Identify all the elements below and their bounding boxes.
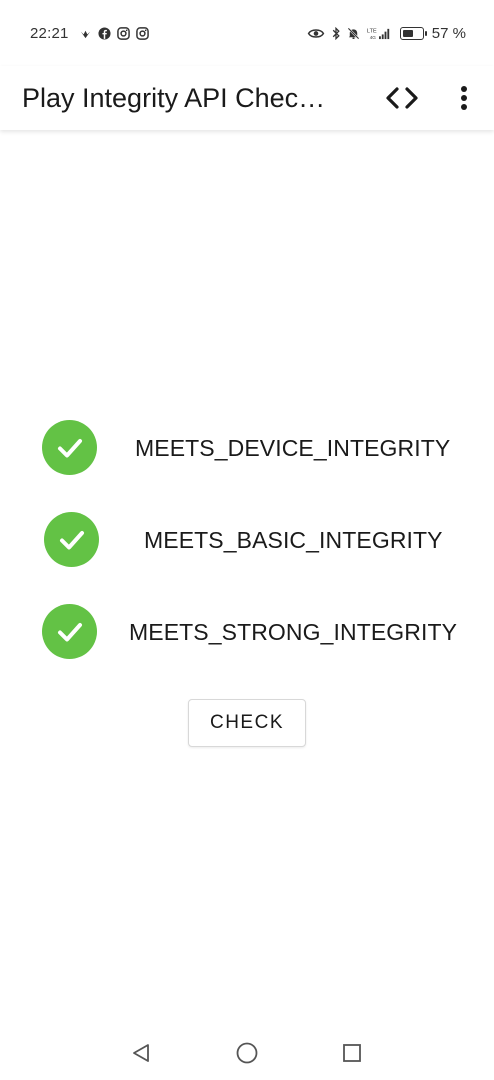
battery-fill	[402, 29, 413, 37]
app-title: Play Integrity API Chec…	[22, 82, 326, 113]
home-icon-glyph	[236, 1042, 258, 1064]
code-icon[interactable]	[380, 80, 424, 116]
instagram-icon	[135, 26, 149, 40]
heart-rate-icon	[80, 30, 90, 38]
check-row-strong: MEETS_STRONG_INTEGRITY	[0, 602, 494, 662]
status-time: 22:21	[30, 24, 69, 42]
check-label: MEETS_DEVICE_INTEGRITY	[135, 435, 451, 461]
status-right: LTE 4G 57 %	[307, 25, 466, 42]
screen: 22:21 LTE 4G 57 % Play Integrity API Che…	[0, 0, 494, 1080]
check-circle-icon	[44, 512, 99, 567]
recents-icon-glyph	[343, 1044, 361, 1062]
home-icon[interactable]	[234, 1040, 260, 1066]
battery-percent: 57 %	[431, 24, 466, 42]
back-icon-glyph	[133, 1044, 149, 1062]
battery-icon	[399, 26, 427, 40]
checkmark-icon	[59, 530, 84, 549]
check-row-basic: MEETS_BASIC_INTEGRITY	[0, 510, 494, 570]
check-label: MEETS_STRONG_INTEGRITY	[129, 619, 458, 645]
check-circle-icon	[42, 604, 97, 659]
facebook-icon	[98, 26, 111, 40]
code-icon-glyph	[386, 87, 418, 109]
checkmark-icon	[57, 438, 82, 457]
checkmark-icon	[57, 622, 82, 641]
more-vert-icon-glyph	[461, 86, 467, 110]
nav-bar	[0, 1028, 494, 1080]
check-label: MEETS_BASIC_INTEGRITY	[144, 527, 443, 553]
bell-off-icon	[347, 27, 360, 39]
svg-text:LTE: LTE	[367, 28, 377, 34]
check-row-device: MEETS_DEVICE_INTEGRITY	[0, 418, 494, 478]
app-bar: Play Integrity API Chec…	[0, 66, 494, 130]
instagram-icon	[116, 26, 130, 40]
recents-icon[interactable]	[339, 1040, 365, 1066]
back-icon[interactable]	[128, 1040, 154, 1066]
svg-text:4G: 4G	[370, 35, 377, 40]
check-circle-icon	[42, 420, 97, 475]
lte-signal-icon: LTE 4G	[367, 28, 390, 40]
check-button[interactable]: CHECK	[188, 699, 306, 747]
eye-icon	[307, 28, 325, 38]
status-bar: 22:21 LTE 4G 57 %	[0, 0, 494, 66]
more-vert-icon[interactable]	[450, 80, 478, 116]
status-left: 22:21	[30, 25, 149, 42]
bluetooth-icon	[332, 26, 340, 40]
